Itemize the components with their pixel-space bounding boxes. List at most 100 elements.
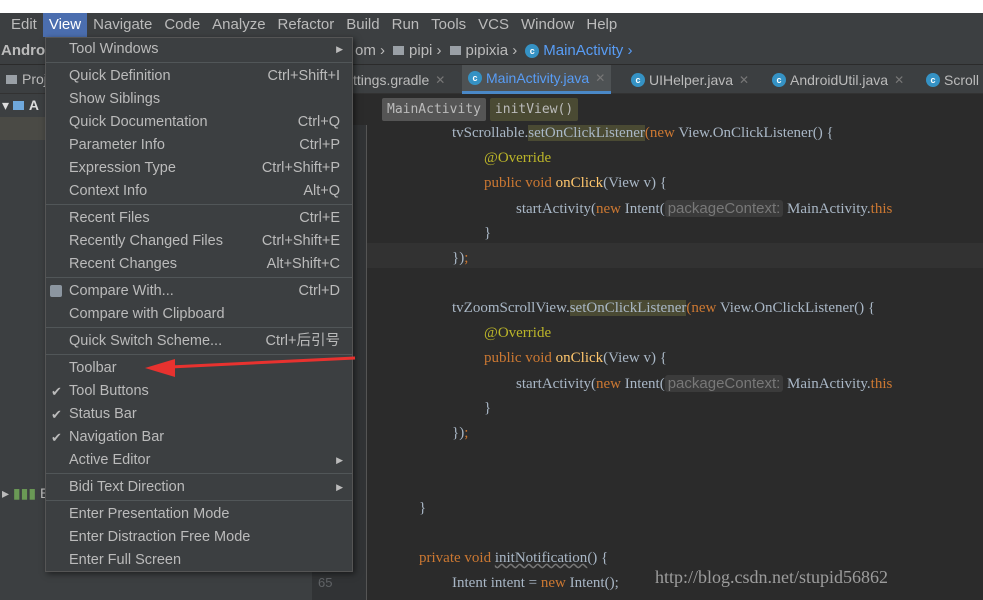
close-icon[interactable]: ✕ [894,73,904,87]
menu-item-quick-documentation[interactable]: Quick Documentation Ctrl+Q [46,111,352,134]
menu-item-shortcut: Alt+Q [303,183,340,199]
menu-help[interactable]: Help [580,13,623,37]
class-icon: c [772,72,786,87]
class-icon: c [631,72,645,87]
menu-item-recent-changes[interactable]: Recent Changes Alt+Shift+C [46,253,352,276]
tab-settings-gradle[interactable]: ttings.gradle ✕ [353,65,445,94]
menu-item-navigation-bar[interactable]: ✔ Navigation Bar [46,426,352,449]
code-line: startActivity(new Intent(packageContext:… [516,375,893,392]
menu-item-compare-with-clipboard[interactable]: Compare with Clipboard [46,303,352,326]
menu-item-label: Tool Buttons [69,383,149,399]
menu-item-tool-windows[interactable]: Tool Windows ▶ [46,38,352,61]
menu-navigate[interactable]: Navigate [87,13,158,37]
class-icon: c [468,71,482,85]
menu-item-expression-type[interactable]: Expression Type Ctrl+Shift+P [46,157,352,180]
menu-item-compare-with[interactable]: Compare With... Ctrl+D [46,280,352,303]
menu-item-label: Recent Files [69,210,150,226]
menu-item-label: Tool Windows [69,41,159,57]
menu-item-recently-changed-files[interactable]: Recently Changed Files Ctrl+Shift+E [46,230,352,253]
menu-item-context-info[interactable]: Context Info Alt+Q [46,180,352,203]
menu-item-enter-presentation-mode[interactable]: Enter Presentation Mode [46,503,352,526]
tab-uihelper[interactable]: c UIHelper.java ✕ [631,65,749,94]
menu-item-status-bar[interactable]: ✔ Status Bar [46,403,352,426]
tab-label: MainActivity.java [486,70,590,86]
line-number: 65 [318,575,333,590]
menu-item-label: Quick Documentation [69,114,208,130]
menu-item-show-siblings[interactable]: Show Siblings [46,88,352,111]
view-menu-dropdown: Tool Windows ▶ Quick Definition Ctrl+Shift+… [45,37,353,572]
breadcrumb-class[interactable]: MainActivity [382,98,486,121]
menu-item-active-editor[interactable]: Active Editor ▶ [46,449,352,472]
menu-vcs[interactable]: VCS [472,13,515,37]
menu-tools[interactable]: Tools [425,13,472,37]
parameter-hint: packageContext: [664,200,784,217]
menu-item-label: Navigation Bar [69,429,165,445]
close-icon[interactable]: ✕ [739,73,749,87]
menu-item-bidi-text-direction[interactable]: Bidi Text Direction ▶ [46,476,352,499]
check-icon: ✔ [51,407,62,422]
menu-view[interactable]: View [42,13,88,37]
menu-item-quick-definition[interactable]: Quick Definition Ctrl+Shift+I [46,65,352,88]
menu-bar: Edit View Navigate Code Analyze Refactor… [0,13,983,37]
nav-crumb[interactable]: pipixia › [449,42,517,59]
menu-item-label: Parameter Info [69,137,165,153]
menu-item-enter-distraction-free-mode[interactable]: Enter Distraction Free Mode [46,526,352,549]
tab-label: ttings.gradle [353,71,430,88]
menu-item-label: Recent Changes [69,256,178,272]
menu-item-toolbar[interactable]: Toolbar [46,357,352,380]
code-line: tvScrollable.setOnClickListener(new View… [452,125,834,141]
window-title-bar [0,0,983,13]
menu-item-tool-buttons[interactable]: ✔ Tool Buttons [46,380,352,403]
compare-icon [50,285,62,297]
project-icon [6,75,17,84]
menu-code[interactable]: Code [158,13,206,37]
menu-item-label: Compare with Clipboard [69,306,225,322]
menu-item-shortcut: Ctrl+P [299,137,340,153]
menu-edit[interactable]: Edit [5,13,43,37]
close-icon[interactable]: ✕ [435,73,445,87]
nav-crumb-label: pipi [409,42,433,59]
menu-item-enter-full-screen[interactable]: Enter Full Screen [46,549,352,572]
menu-item-shortcut: Ctrl+D [298,283,341,299]
nav-crumb-label: om [355,42,376,59]
code-line: }); [452,425,469,441]
tree-external-libs[interactable]: ▸ ▮▮▮ E [2,485,49,502]
tab-label: UIHelper.java [649,71,734,88]
menu-item-label: Recently Changed Files [69,233,223,249]
menu-window[interactable]: Window [515,13,580,37]
menu-refactor[interactable]: Refactor [272,13,341,37]
menu-item-recent-files[interactable]: Recent Files Ctrl+E [46,207,352,230]
folder-icon [393,46,405,55]
parameter-hint: packageContext: [664,375,784,392]
project-header-label: Proj [22,71,47,87]
menu-item-label: Quick Definition [69,68,171,84]
nav-crumb[interactable]: c MainActivity › [525,42,632,59]
class-icon: c [926,72,940,87]
nav-crumb[interactable]: pipi › [393,42,442,59]
code-editor[interactable]: tvScrollable.setOnClickListener(new View… [367,121,983,600]
tab-label: Scroll [944,71,980,88]
menu-run[interactable]: Run [386,13,426,37]
close-icon[interactable]: ✕ [595,71,605,85]
menu-item-shortcut: Ctrl+后引号 [265,333,340,349]
menu-item-label: Quick Switch Scheme... [69,333,223,349]
menu-item-label: Show Siblings [69,91,161,107]
menu-item-label: Toolbar [69,360,117,376]
code-line: }); [452,250,469,266]
menu-item-label: Enter Distraction Free Mode [69,529,251,545]
nav-crumb-label: MainActivity [543,42,624,59]
breadcrumb-method[interactable]: initView() [489,98,579,121]
check-icon: ✔ [51,384,62,399]
nav-crumb[interactable]: om › [355,42,385,59]
tab-androidutil[interactable]: c AndroidUtil.java ✕ [772,65,904,94]
watermark: http://blog.csdn.net/stupid56862 [655,567,888,587]
menu-analyze[interactable]: Analyze [206,13,271,37]
menu-item-label: Enter Presentation Mode [69,506,230,522]
menu-item-parameter-info[interactable]: Parameter Info Ctrl+P [46,134,352,157]
menu-item-quick-switch-scheme[interactable]: Quick Switch Scheme... Ctrl+后引号 [46,330,352,353]
menu-item-label: Compare With... [69,283,174,299]
tab-scroll[interactable]: c Scroll [926,65,979,94]
menu-build[interactable]: Build [340,13,385,37]
tab-mainactivity[interactable]: c MainActivity.java ✕ [462,65,612,94]
menu-item-label: Expression Type [69,160,176,176]
